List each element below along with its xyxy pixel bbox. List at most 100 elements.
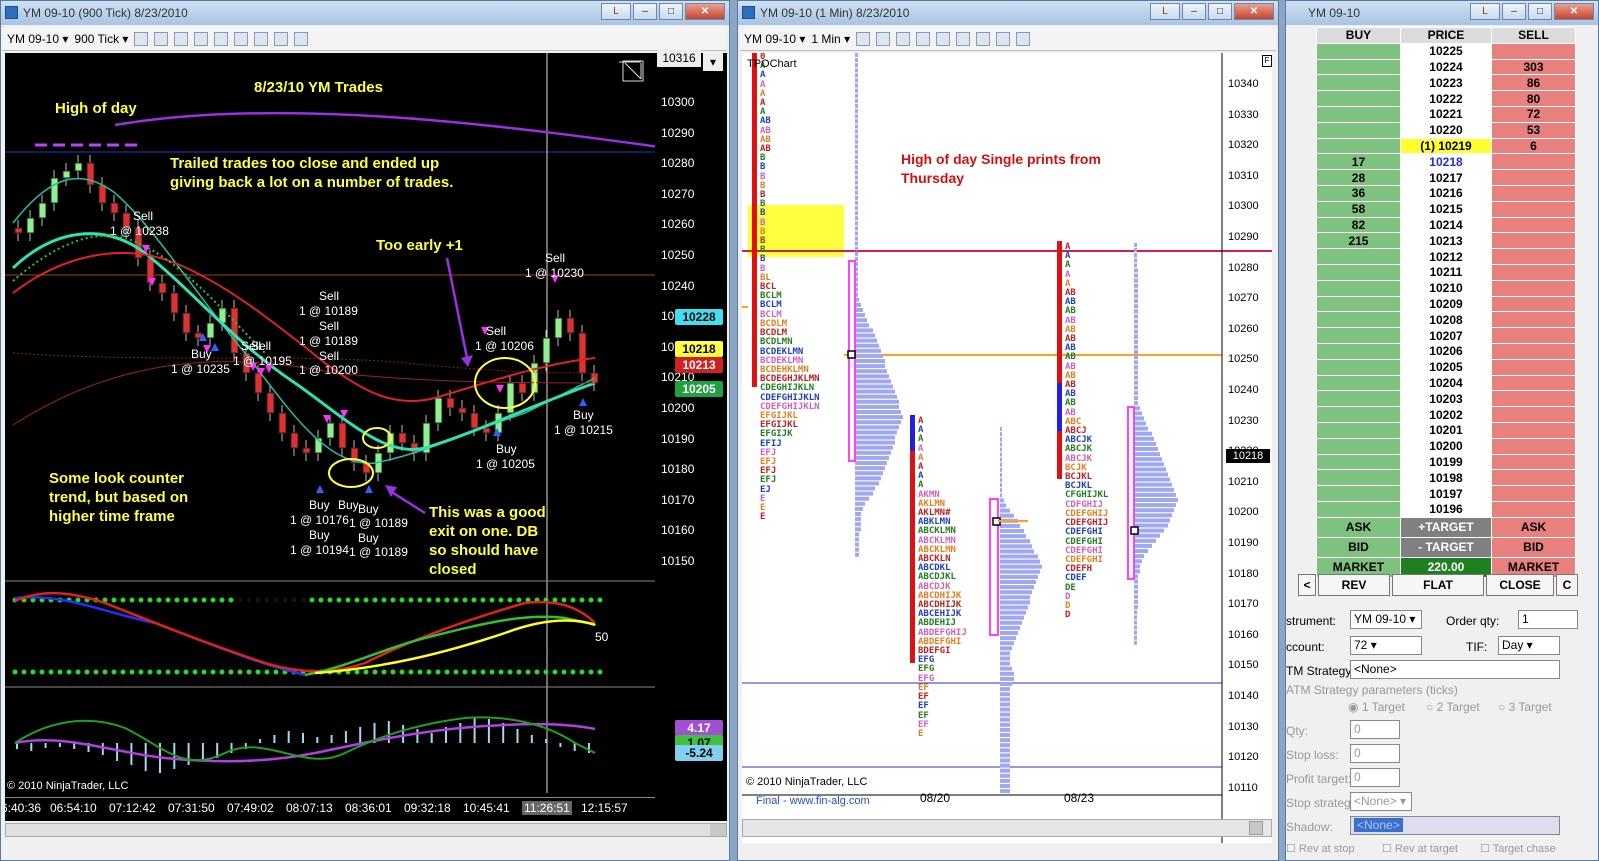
sell-cell[interactable]	[1491, 469, 1576, 487]
flat-button[interactable]: FLAT	[1392, 574, 1484, 596]
buy-cell[interactable]	[1316, 374, 1401, 392]
buy-cell[interactable]	[1316, 311, 1401, 329]
sell-cell[interactable]	[1491, 342, 1576, 360]
panel-toggle-icon[interactable]: F	[1262, 55, 1272, 67]
zoom-icon[interactable]	[214, 31, 229, 46]
bars-icon[interactable]	[134, 31, 149, 46]
buy-cell[interactable]	[1316, 121, 1401, 139]
sell-cell[interactable]: 6	[1491, 137, 1576, 155]
collapse-left-button[interactable]: <	[1298, 574, 1316, 596]
qty-input[interactable]: 0	[1350, 720, 1400, 739]
crosshair-icon[interactable]	[194, 31, 209, 46]
crosshair-icon[interactable]	[916, 31, 931, 46]
reverse-button[interactable]: REV	[1318, 574, 1390, 596]
stop-strategy-select[interactable]: <None> ▾	[1350, 792, 1412, 811]
sell-cell[interactable]	[1491, 232, 1576, 250]
horizontal-scrollbar[interactable]	[742, 819, 1272, 837]
plus-target-button[interactable]: +TARGET	[1399, 516, 1493, 538]
sell-cell[interactable]	[1491, 248, 1576, 265]
ask-right-button[interactable]: ASK	[1491, 516, 1576, 538]
buy-cell[interactable]	[1316, 453, 1401, 471]
two-target-radio[interactable]: ○ 2 Target	[1426, 700, 1480, 714]
minus-target-button[interactable]: - TARGET	[1399, 536, 1493, 558]
indicators-icon[interactable]	[234, 31, 249, 46]
sell-cell[interactable]	[1491, 421, 1576, 439]
tpo-chart-titlebar[interactable]: YM 09-10 (1 Min) 8/23/2010 L – □ ✕	[738, 1, 1278, 25]
zoom-icon[interactable]	[936, 31, 951, 46]
draw-icon[interactable]	[154, 31, 169, 46]
buy-cell[interactable]	[1316, 137, 1401, 155]
sell-cell[interactable]	[1491, 500, 1576, 518]
tools-icon[interactable]	[896, 31, 911, 46]
sell-cell[interactable]	[1491, 406, 1576, 423]
stop-loss-input[interactable]: 0	[1350, 744, 1400, 763]
sell-cell[interactable]	[1491, 437, 1576, 455]
buy-cell[interactable]	[1316, 58, 1401, 76]
sell-cell[interactable]	[1491, 263, 1576, 281]
buy-cell[interactable]	[1316, 437, 1401, 455]
sell-cell[interactable]: 303	[1491, 58, 1576, 76]
link-button[interactable]: L	[601, 3, 631, 20]
instrument-selector[interactable]: YM 09-10 ▾	[744, 32, 805, 46]
maximize-button[interactable]: □	[1208, 3, 1232, 20]
sell-cell[interactable]	[1491, 200, 1576, 218]
indicators-icon[interactable]	[956, 31, 971, 46]
rev-at-stop-checkbox[interactable]: ☐ Rev at stop	[1286, 842, 1355, 855]
buy-cell[interactable]: 36	[1316, 184, 1401, 202]
close-button[interactable]: ✕	[685, 3, 725, 20]
sell-cell[interactable]	[1491, 153, 1576, 171]
sell-cell[interactable]: 86	[1491, 74, 1576, 92]
sell-cell[interactable]	[1491, 42, 1576, 60]
rev-at-target-checkbox[interactable]: ☐ Rev at target	[1382, 842, 1458, 855]
one-target-radio[interactable]: ◉ 1 Target	[1348, 700, 1405, 714]
buy-cell[interactable]: 215	[1316, 232, 1401, 250]
price-axis[interactable]: 10316 ▾ 10300 10290 10280 10270 10260 10250 10…	[655, 49, 727, 821]
maximize-button[interactable]: □	[1528, 3, 1552, 20]
bid-right-button[interactable]: BID	[1491, 536, 1576, 558]
sell-cell[interactable]	[1491, 374, 1576, 392]
superdom-titlebar[interactable]: YM 09-10 L – □ ✕	[1286, 1, 1598, 25]
properties-icon[interactable]	[294, 31, 309, 46]
tick-chart-titlebar[interactable]: YM 09-10 (900 Tick) 8/23/2010 L – □ ✕	[1, 1, 729, 25]
axis-dropdown-icon[interactable]: ▾	[703, 53, 723, 71]
buy-cell[interactable]	[1316, 469, 1401, 487]
buy-cell[interactable]	[1316, 327, 1401, 344]
buy-cell[interactable]: 17	[1316, 153, 1401, 171]
bars-icon[interactable]	[856, 31, 871, 46]
shadow-select[interactable]: <None>	[1350, 816, 1560, 835]
fin-alg-link[interactable]: Final - www.fin-alg.com	[756, 795, 870, 807]
buy-cell[interactable]	[1316, 74, 1401, 92]
profit-target-input[interactable]: 0	[1350, 768, 1400, 787]
sell-cell[interactable]	[1491, 279, 1576, 297]
buy-cell[interactable]	[1316, 390, 1401, 408]
sell-cell[interactable]	[1491, 453, 1576, 471]
tpo-price-axis[interactable]: 10340 10330 10320 10310 10300 10290 10280 10270…	[1222, 53, 1272, 795]
sell-cell[interactable]	[1491, 327, 1576, 344]
buy-cell[interactable]	[1316, 358, 1401, 376]
buy-cell[interactable]	[1316, 406, 1401, 423]
horizontal-scrollbar[interactable]	[5, 823, 727, 837]
minimize-button[interactable]: –	[1182, 3, 1206, 20]
instrument-selector[interactable]: YM 09-10 ▾	[7, 32, 68, 46]
strategies-icon[interactable]	[254, 31, 269, 46]
sell-cell[interactable]	[1491, 390, 1576, 408]
buy-cell[interactable]	[1316, 421, 1401, 439]
properties-icon[interactable]	[1016, 31, 1031, 46]
buy-cell[interactable]: 82	[1316, 216, 1401, 234]
link-button[interactable]: L	[1470, 3, 1500, 20]
buy-cell[interactable]	[1316, 500, 1401, 518]
buy-cell[interactable]: 28	[1316, 169, 1401, 186]
sell-cell[interactable]	[1491, 311, 1576, 329]
buy-cell[interactable]	[1316, 105, 1401, 123]
tif-select[interactable]: Day ▾	[1498, 636, 1560, 655]
sell-cell[interactable]: 72	[1491, 105, 1576, 123]
buy-cell[interactable]	[1316, 263, 1401, 281]
sell-cell[interactable]	[1491, 169, 1576, 186]
maximize-button[interactable]: □	[659, 3, 683, 20]
buy-cell[interactable]	[1316, 342, 1401, 360]
sell-cell[interactable]	[1491, 184, 1576, 202]
ask-left-button[interactable]: ASK	[1316, 516, 1401, 538]
atm-strategy-select[interactable]: <None>	[1350, 660, 1560, 679]
minimize-button[interactable]: –	[1502, 3, 1526, 20]
sell-cell[interactable]	[1491, 485, 1576, 502]
